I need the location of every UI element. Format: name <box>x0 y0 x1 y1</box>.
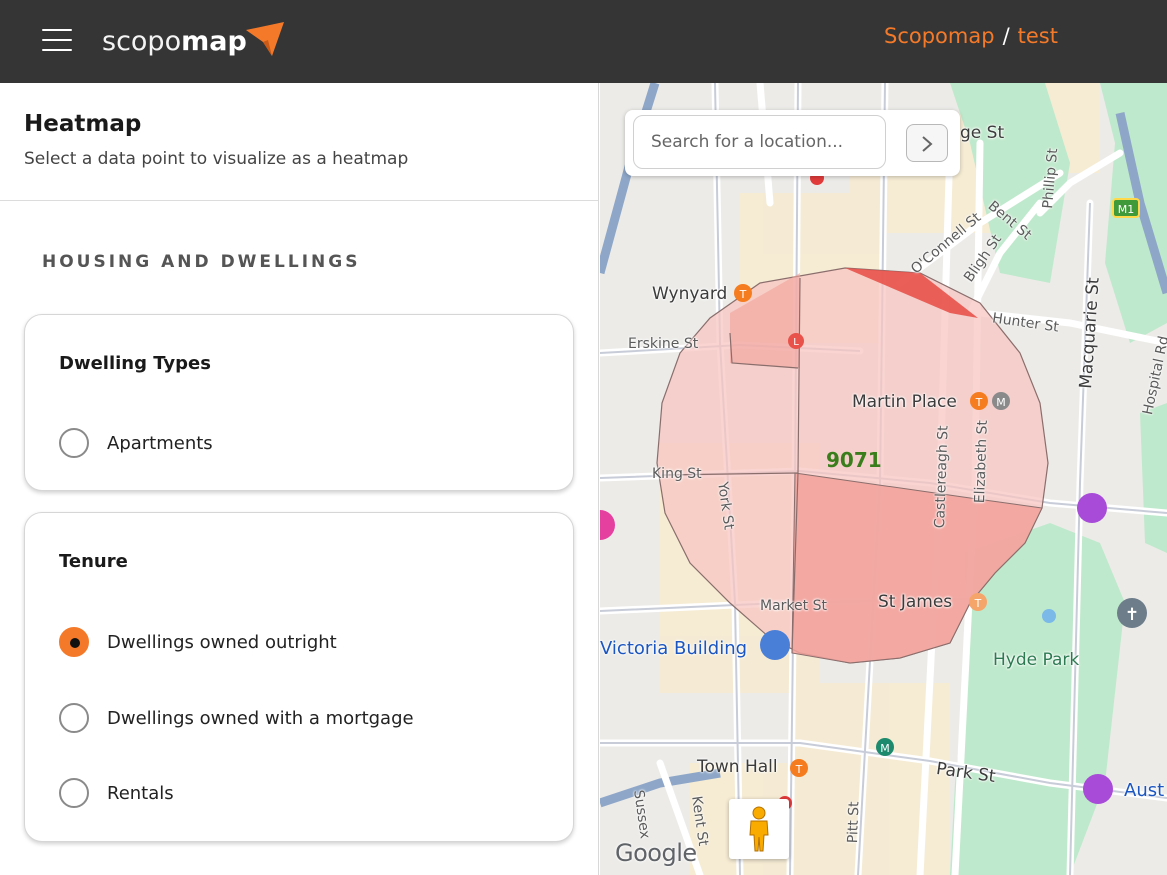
option-label: Dwellings owned outright <box>107 631 337 653</box>
svg-text:T: T <box>795 763 803 776</box>
map-label-pitt-st: Pitt St <box>845 801 863 844</box>
map-label-victoria-building: Victoria Building <box>600 638 748 659</box>
top-bar: scopomap Scopomap / test <box>0 0 1167 83</box>
google-logo: Google <box>615 839 697 867</box>
option-rentals[interactable]: Rentals <box>59 777 174 809</box>
svg-text:T: T <box>974 597 982 610</box>
chevron-right-icon <box>922 136 933 152</box>
card-title: Dwelling Types <box>59 353 211 374</box>
dwelling-types-card: Dwelling Types Apartments <box>24 314 574 491</box>
option-label: Rentals <box>107 782 174 804</box>
search-submit-button[interactable] <box>906 124 948 162</box>
map-label-erskine-st: Erskine St <box>628 336 699 352</box>
map-label-market-st: Market St <box>760 598 827 614</box>
option-owned-outright[interactable]: Dwellings owned outright <box>59 626 337 658</box>
breadcrumb-separator: / <box>1002 24 1010 48</box>
page-title: Heatmap <box>24 111 142 137</box>
map-label-st-james: St James <box>878 592 953 612</box>
svg-text:M: M <box>880 742 890 755</box>
map-label-aust: Aust <box>1124 780 1165 801</box>
svg-text:✝: ✝ <box>1125 605 1139 625</box>
radio-button-selected[interactable] <box>59 627 89 657</box>
option-label: Dwellings owned with a mortgage <box>107 707 414 729</box>
map-search-box <box>625 110 960 176</box>
svg-text:M: M <box>996 396 1006 409</box>
breadcrumb: Scopomap / test <box>884 24 1058 48</box>
street-view-button[interactable] <box>729 799 789 859</box>
sidebar-header: Heatmap Select a data point to visualize… <box>0 83 598 201</box>
map-label-wynyard: Wynyard <box>652 284 728 304</box>
map-label-king-st: King St <box>652 466 702 482</box>
map-canvas[interactable]: T L T M T T M ✝ M1 Wynyard Martin Place … <box>600 83 1167 875</box>
radio-button[interactable] <box>59 428 89 458</box>
breadcrumb-current[interactable]: test <box>1018 24 1058 48</box>
logo-wordmark: scopomap <box>102 26 247 57</box>
section-title: HOUSING AND DWELLINGS <box>42 252 361 272</box>
location-search-input[interactable] <box>633 115 886 169</box>
option-owned-mortgage[interactable]: Dwellings owned with a mortgage <box>59 702 414 734</box>
map-label-elizabeth-st: Elizabeth St <box>972 419 991 504</box>
map-label-ge-st: ge St <box>960 123 1005 143</box>
radio-button[interactable] <box>59 778 89 808</box>
page-subtitle: Select a data point to visualize as a he… <box>24 149 409 169</box>
radio-button[interactable] <box>59 703 89 733</box>
map-label-town-hall: Town Hall <box>697 757 778 777</box>
heat-value-label[interactable]: 9071 <box>826 448 882 472</box>
map-label-martin-place: Martin Place <box>852 392 957 412</box>
heatmap-sidebar: Heatmap Select a data point to visualize… <box>0 83 599 875</box>
option-apartments[interactable]: Apartments <box>59 427 213 459</box>
svg-text:M1: M1 <box>1118 203 1135 216</box>
svg-text:T: T <box>739 288 747 301</box>
card-title: Tenure <box>59 551 128 572</box>
tenure-card: Tenure Dwellings owned outright Dwelling… <box>24 512 574 842</box>
option-label: Apartments <box>107 432 213 454</box>
logo-arrow-icon <box>246 22 284 56</box>
scopomap-logo[interactable]: scopomap <box>102 20 292 64</box>
map-label-hyde-park: Hyde Park <box>993 650 1080 670</box>
breadcrumb-root[interactable]: Scopomap <box>884 24 995 48</box>
pegman-icon <box>749 806 769 852</box>
menu-icon[interactable] <box>42 29 72 51</box>
svg-text:T: T <box>975 396 983 409</box>
svg-text:L: L <box>793 337 799 348</box>
